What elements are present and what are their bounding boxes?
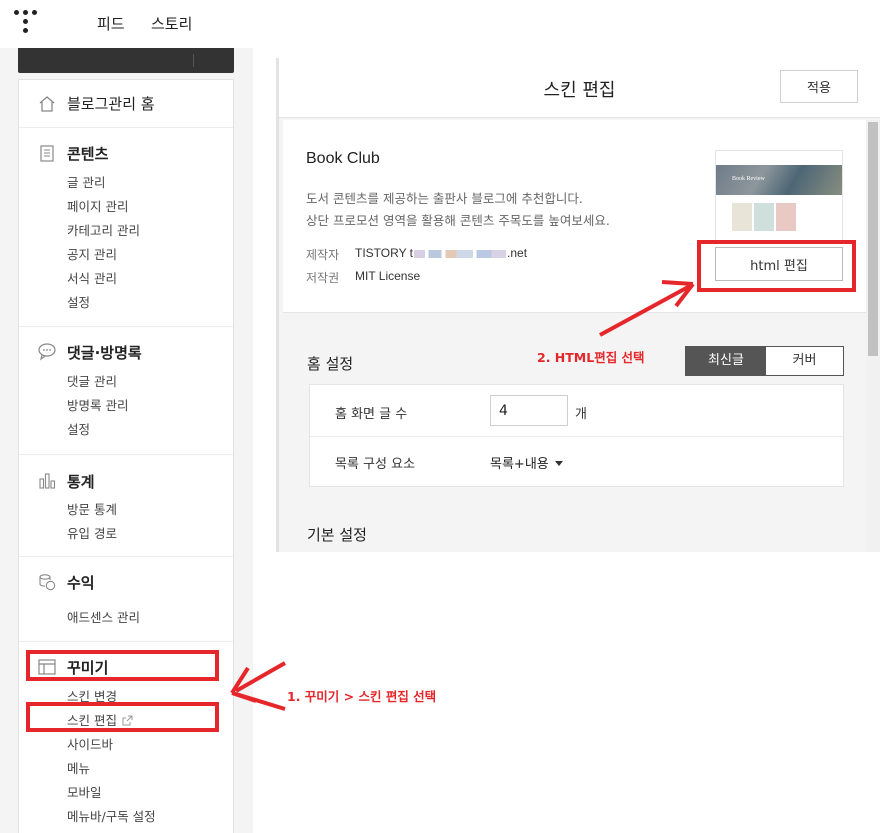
sidebar-item-menubar-subscribe[interactable]: 메뉴바/구독 설정 — [67, 806, 156, 825]
sidebar-item-notices[interactable]: 공지 관리 — [67, 244, 117, 263]
license-value: MIT License — [355, 269, 421, 283]
list-element-select[interactable]: 목록+내용 — [490, 453, 563, 472]
skin-name: Book Club — [306, 150, 380, 167]
skin-editor-panel: 스킨 편집 적용 Book Club 도서 콘텐츠를 제공하는 출판사 블로그에… — [276, 58, 880, 552]
document-icon — [37, 143, 57, 163]
apply-button[interactable]: 적용 — [780, 70, 858, 103]
sidebar-section-home: 블로그관리 홈 — [19, 80, 233, 127]
maker-label: 제작자 — [306, 248, 340, 262]
sidebar-item-categories[interactable]: 카테고리 관리 — [67, 220, 140, 239]
sidebar-title-comments[interactable]: 댓글·방명록 — [67, 342, 142, 363]
license-label: 저작권 — [306, 271, 340, 285]
sidebar-item-pages[interactable]: 페이지 관리 — [67, 196, 128, 215]
sidebar-item-guestbook-manage[interactable]: 방명록 관리 — [67, 395, 128, 414]
annotation-step-1: 1. 꾸미기 > 스킨 편집 선택 — [287, 689, 437, 704]
annotation-box-customize — [26, 650, 219, 681]
sidebar-item-comment-settings[interactable]: 설정 — [67, 419, 90, 438]
panel-scrollbar-thumb[interactable] — [868, 122, 878, 356]
skin-description-line-1: 도서 콘텐츠를 제공하는 출판사 블로그에 추천합니다. — [306, 191, 583, 206]
post-count-unit: 개 — [575, 407, 587, 422]
nav-story[interactable]: 스토리 — [151, 13, 192, 34]
sidebar-section-stats: 통계 방문 통계 유입 경로 — [19, 454, 233, 556]
tab-latest-posts[interactable]: 최신글 — [686, 347, 766, 375]
caret-down-icon — [554, 461, 563, 466]
sidebar-title-contents[interactable]: 콘텐츠 — [67, 143, 108, 164]
sidebar-item-menu[interactable]: 메뉴 — [67, 758, 90, 777]
sidebar-section-contents: 콘텐츠 글 관리 페이지 관리 카테고리 관리 공지 관리 서식 관리 설정 — [19, 127, 233, 326]
skin-thumbnail: Book Review — [715, 150, 843, 242]
list-element-label: 목록 구성 요소 — [335, 457, 416, 472]
sidebar-item-comment-manage[interactable]: 댓글 관리 — [67, 371, 117, 390]
screen: 피드 스토리 블로그관리 홈 콘텐츠 글 관리 페이지 관리 카테고리 관리 공… — [0, 0, 888, 833]
coins-icon — [37, 572, 57, 592]
basic-settings-title: 기본 설정 — [307, 526, 367, 544]
home-type-toggle: 최신글 커버 — [685, 346, 844, 376]
blog-selector-bar[interactable] — [18, 48, 234, 73]
tab-cover[interactable]: 커버 — [766, 347, 843, 375]
sidebar-item-contents-settings[interactable]: 설정 — [67, 292, 90, 311]
sidebar-title-revenue[interactable]: 수익 — [67, 572, 95, 593]
home-settings-title: 홈 설정 — [307, 355, 354, 373]
thumbnail-hero-text: Book Review — [732, 176, 765, 182]
bar-chart-icon — [37, 470, 57, 490]
top-bar: 피드 스토리 — [0, 0, 888, 48]
sidebar-item-adsense[interactable]: 애드센스 관리 — [67, 607, 140, 626]
annotation-box-skin-edit — [26, 702, 219, 732]
tistory-dots-icon[interactable] — [14, 10, 40, 36]
sidebar-section-revenue: 수익 애드센스 관리 — [19, 556, 233, 641]
sidebar-item-visit-stats[interactable]: 방문 통계 — [67, 499, 117, 518]
sidebar-item-blog-home[interactable]: 블로그관리 홈 — [67, 93, 155, 114]
sidebar-item-templates[interactable]: 서식 관리 — [67, 268, 117, 287]
sidebar-item-mobile[interactable]: 모바일 — [67, 782, 102, 801]
home-settings-box: 홈 화면 글 수 개 목록 구성 요소 목록+내용 — [309, 384, 844, 487]
speech-bubble-icon — [37, 341, 57, 361]
panel-header: 스킨 편집 적용 — [279, 58, 880, 118]
sidebar-title-stats[interactable]: 통계 — [67, 471, 95, 492]
redacted-email — [414, 250, 507, 258]
post-count-label: 홈 화면 글 수 — [335, 407, 408, 422]
nav-feed[interactable]: 피드 — [97, 13, 125, 34]
annotation-box-html-edit — [697, 240, 856, 292]
post-count-input[interactable] — [490, 395, 568, 426]
sidebar-item-sidebar[interactable]: 사이드바 — [67, 734, 113, 753]
sidebar-item-referrers[interactable]: 유입 경로 — [67, 523, 117, 542]
sidebar-section-comments: 댓글·방명록 댓글 관리 방명록 관리 설정 — [19, 326, 233, 454]
sidebar-item-posts[interactable]: 글 관리 — [67, 172, 105, 191]
skin-description-line-2: 상단 프로모션 영역을 활용해 콘텐츠 주목도를 높여보세요. — [306, 213, 610, 228]
annotation-step-2: 2. HTML편집 선택 — [537, 350, 645, 365]
home-icon — [37, 94, 57, 114]
maker-value: TISTORY t .net — [355, 246, 528, 260]
